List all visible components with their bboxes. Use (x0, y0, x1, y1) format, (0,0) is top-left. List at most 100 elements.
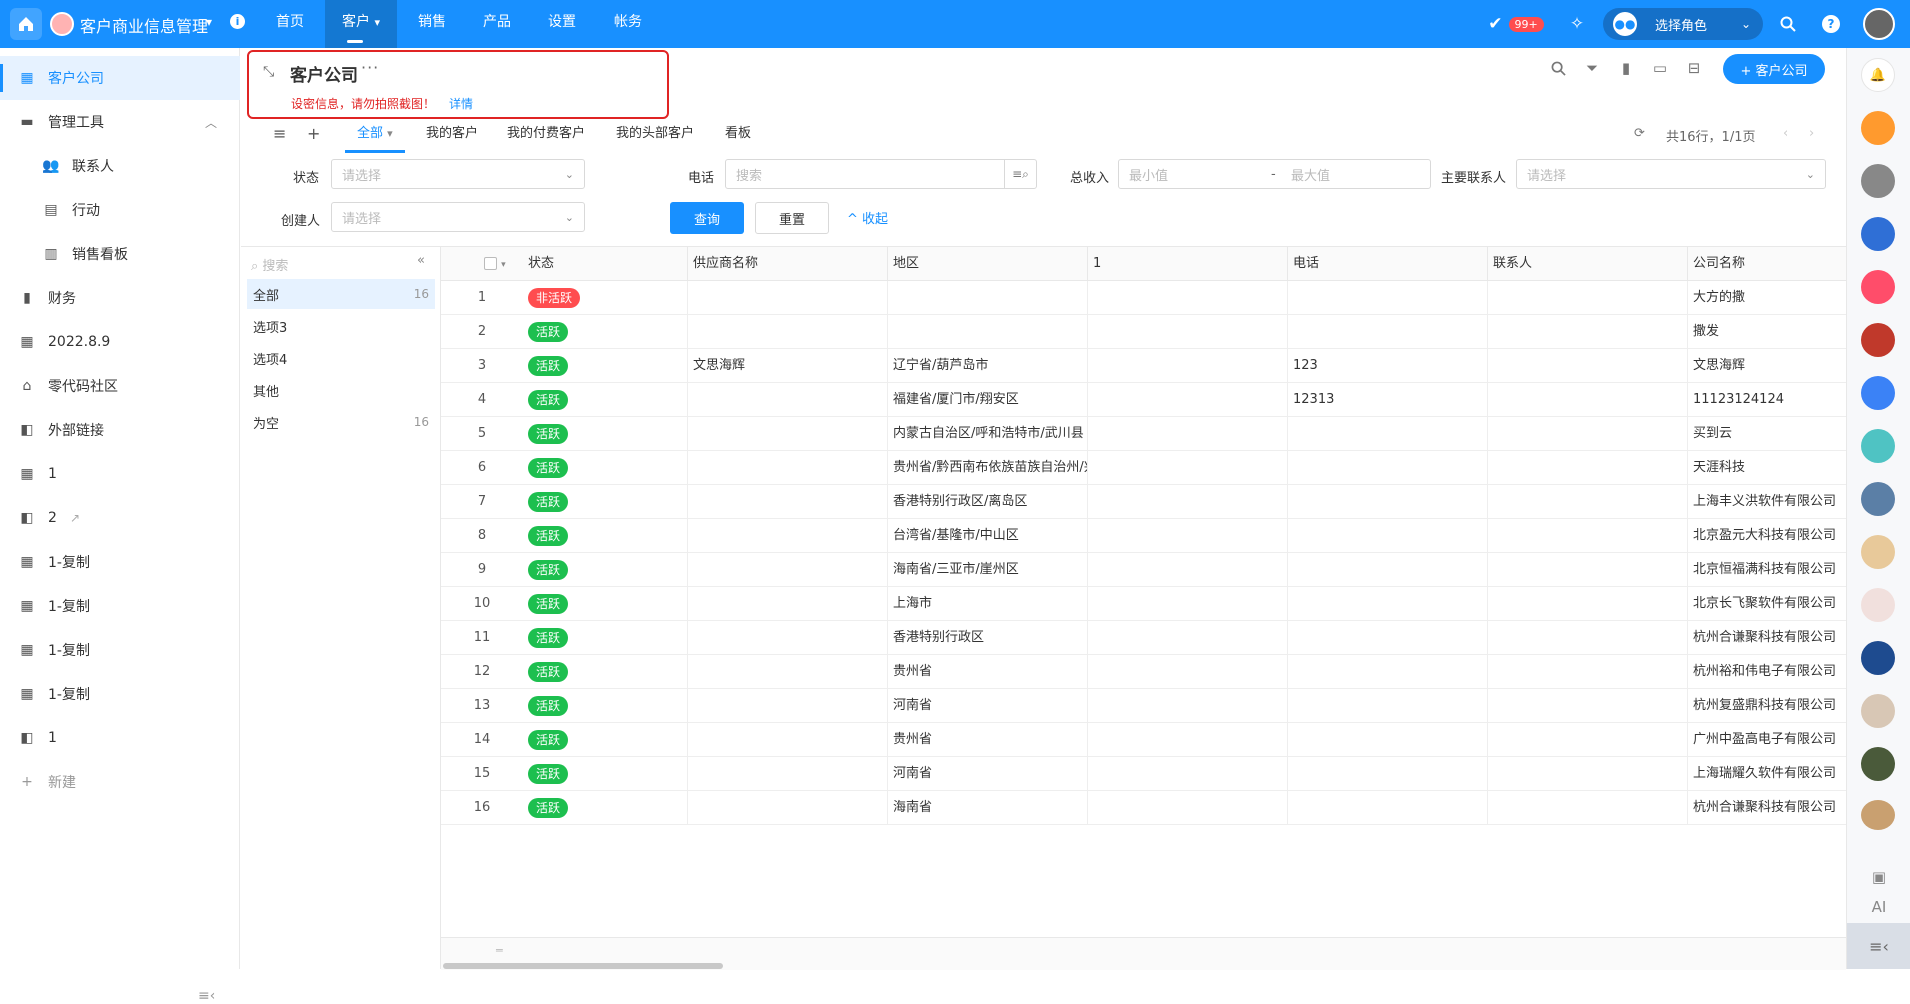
cell-1[interactable] (1088, 519, 1288, 553)
phone-filter-input[interactable]: 搜索 ≡⌕ (725, 159, 1037, 189)
collapse-panel-icon[interactable]: « (417, 253, 425, 268)
reset-button[interactable]: 重置 (755, 202, 829, 234)
cell-company[interactable]: 北京恒福满科技有限公司 (1688, 553, 1846, 587)
inbox-icon[interactable]: ⊟ (1684, 58, 1704, 78)
cell-supplier[interactable] (688, 315, 888, 349)
cell-1[interactable] (1088, 587, 1288, 621)
shield-app-icon[interactable] (1861, 323, 1895, 357)
collapse-filters-link[interactable]: ^ 收起 (847, 208, 888, 227)
query-button[interactable]: 查询 (670, 202, 744, 234)
revenue-range-input[interactable]: 最小值 - 最大值 (1118, 159, 1431, 189)
cell-region[interactable]: 香港特别行政区/离岛区 (888, 485, 1088, 519)
cell-supplier[interactable] (688, 655, 888, 689)
cell-1[interactable] (1088, 315, 1288, 349)
cell-status[interactable]: 活跃 (523, 519, 688, 553)
app-apple-icon[interactable] (1861, 164, 1895, 198)
sidebar-item-external-links[interactable]: ◧ 外部链接 (0, 408, 240, 452)
cell-contact[interactable] (1488, 553, 1688, 587)
drag-handle-icon[interactable]: ═ (496, 944, 503, 957)
cell-region[interactable]: 辽宁省/葫芦岛市 (888, 349, 1088, 383)
cell-phone[interactable] (1288, 655, 1488, 689)
app-grid-icon[interactable] (1861, 111, 1895, 145)
table-row[interactable]: 9 活跃 海南省/三亚市/崖州区 北京恒福满科技有限公司 (441, 553, 1846, 587)
cell-status[interactable]: 活跃 (523, 587, 688, 621)
cell-company[interactable]: 上海丰义洪软件有限公司 (1688, 485, 1846, 519)
cell-region[interactable]: 福建省/厦门市/翔安区 (888, 383, 1088, 417)
cell-supplier[interactable] (688, 757, 888, 791)
user-app-icon[interactable] (1861, 588, 1895, 622)
cell-status[interactable]: 活跃 (523, 655, 688, 689)
sidebar-item-1-copy[interactable]: ▦ 1-复制 (0, 672, 240, 716)
refresh-icon[interactable]: ⟳ (1634, 126, 1645, 141)
add-customer-company-button[interactable]: + 客户公司 (1723, 54, 1825, 84)
cell-supplier[interactable] (688, 417, 888, 451)
group-item-all[interactable]: 全部 16 (247, 279, 435, 309)
bell-icon[interactable]: 🔔 (1861, 58, 1895, 92)
cell-contact[interactable] (1488, 791, 1688, 825)
column-header-status[interactable]: 状态 (523, 247, 688, 281)
cell-1[interactable] (1088, 655, 1288, 689)
table-row[interactable]: 8 活跃 台湾省/基隆市/中山区 北京盈元大科技有限公司 (441, 519, 1846, 553)
home-button[interactable] (10, 8, 42, 40)
forest-app-icon[interactable] (1861, 747, 1895, 781)
cell-phone[interactable] (1288, 689, 1488, 723)
cell-status[interactable]: 活跃 (523, 723, 688, 757)
cell-supplier[interactable] (688, 689, 888, 723)
cell-status[interactable]: 活跃 (523, 417, 688, 451)
cell-status[interactable]: 非活跃 (523, 281, 688, 315)
cell-company[interactable]: 撒发 (1688, 315, 1846, 349)
sidebar-item-1-copy[interactable]: ▦ 1-复制 (0, 540, 240, 584)
role-selector[interactable]: ●● 选择角色 ⌄ (1603, 8, 1763, 40)
cell-company[interactable]: 大方的撒 (1688, 281, 1846, 315)
table-row[interactable]: 3 活跃 文思海辉 辽宁省/葫芦岛市 123 文思海辉 (441, 349, 1846, 383)
cell-region[interactable]: 内蒙古自治区/呼和浩特市/武川县 (888, 417, 1088, 451)
ai-button[interactable]: AI (1847, 898, 1910, 916)
cell-contact[interactable] (1488, 757, 1688, 791)
cell-company[interactable]: 杭州合谦聚科技有限公司 (1688, 791, 1846, 825)
nav-home[interactable]: 首页 (268, 0, 312, 48)
creator-filter-select[interactable]: 请选择 ⌄ (331, 202, 585, 232)
table-row[interactable]: 12 活跃 贵州省 杭州裕和伟电子有限公司 (441, 655, 1846, 689)
cell-phone[interactable] (1288, 757, 1488, 791)
cell-company[interactable]: 北京长飞聚软件有限公司 (1688, 587, 1846, 621)
partial-app-icon[interactable] (1861, 800, 1895, 830)
sidebar-item-contacts[interactable]: 👥 联系人 (0, 144, 240, 188)
sidebar-item-actions[interactable]: ▤ 行动 (0, 188, 240, 232)
sidebar-item-finance[interactable]: ▮ 财务 (0, 276, 240, 320)
table-row[interactable]: 6 活跃 贵州省/黔西南布依族苗族自治州/兴义市 天涯科技 (441, 451, 1846, 485)
cell-company[interactable]: 广州中盈高电子有限公司 (1688, 723, 1846, 757)
column-header-phone[interactable]: 电话 (1288, 247, 1488, 281)
help-icon[interactable]: ? (1819, 0, 1843, 48)
portrait-app-icon[interactable] (1861, 694, 1895, 728)
group-item-empty[interactable]: 为空 16 (247, 407, 435, 437)
search-icon[interactable] (1548, 58, 1568, 78)
cell-region[interactable]: 贵州省/黔西南布依族苗族自治州/兴义市 (888, 451, 1088, 485)
cell-region[interactable]: 上海市 (888, 587, 1088, 621)
sidebar-item-1-copy[interactable]: ▦ 1-复制 (0, 628, 240, 672)
cell-contact[interactable] (1488, 587, 1688, 621)
horizontal-scrollbar[interactable] (443, 963, 723, 969)
cell-phone[interactable] (1288, 723, 1488, 757)
cell-contact[interactable] (1488, 485, 1688, 519)
cell-status[interactable]: 活跃 (523, 485, 688, 519)
tab-my-customers[interactable]: 我的客户 (426, 122, 478, 152)
column-header-supplier[interactable]: 供应商名称 (688, 247, 888, 281)
group-item-option4[interactable]: 选项4 (247, 343, 435, 373)
nav-products[interactable]: 产品 (475, 0, 519, 48)
cell-contact[interactable] (1488, 349, 1688, 383)
select-all-checkbox[interactable] (484, 257, 497, 270)
cell-company[interactable]: 11123124124 (1688, 383, 1846, 417)
cell-status[interactable]: 活跃 (523, 383, 688, 417)
next-page-icon[interactable]: › (1809, 126, 1814, 141)
cell-supplier[interactable] (688, 723, 888, 757)
cell-company[interactable]: 杭州合谦聚科技有限公司 (1688, 621, 1846, 655)
hands-app-icon[interactable] (1861, 429, 1895, 463)
cell-phone[interactable]: 123 (1288, 349, 1488, 383)
cell-supplier[interactable] (688, 791, 888, 825)
lightning-app-icon[interactable] (1861, 376, 1895, 410)
bar-chart-icon[interactable]: ▮ (1616, 58, 1636, 78)
globe-app-icon[interactable] (1861, 641, 1895, 675)
contact-card-icon[interactable]: ▣ (1847, 868, 1910, 886)
cell-supplier[interactable] (688, 587, 888, 621)
sidebar-item-1[interactable]: ▦ 1 (0, 452, 240, 496)
